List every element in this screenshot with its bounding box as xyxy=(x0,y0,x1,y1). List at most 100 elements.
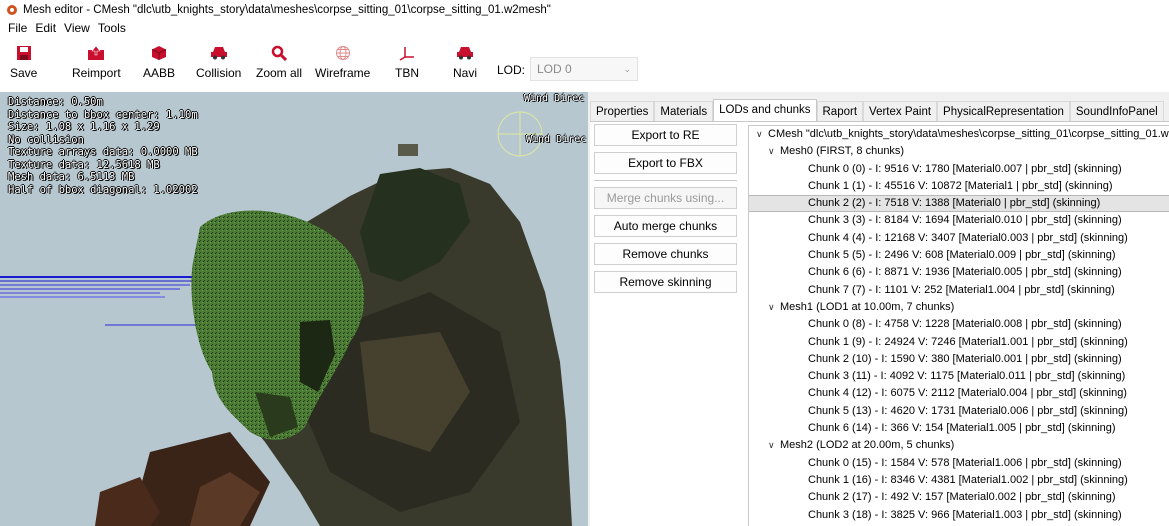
wind-direction-label-1: Wind Direc xyxy=(524,93,585,104)
export-to-re-button[interactable]: Export to RE xyxy=(594,124,737,146)
title-bar: Mesh editor - CMesh "dlc\utb_knights_sto… xyxy=(0,0,1169,20)
tree-item-label: Chunk 1 (9) - I: 24924 V: 7246 [Material… xyxy=(808,335,1128,348)
tree-item-label: Chunk 5 (5) - I: 2496 V: 608 [Material0.… xyxy=(808,249,1116,262)
viewport-3d[interactable]: Distance: 0.50m Distance to bbox center:… xyxy=(0,92,588,526)
panel-tabs: Properties Materials LODs and chunks Rap… xyxy=(590,99,1164,121)
stat-mesh-data: Mesh data: 6.5113 MB xyxy=(8,171,135,183)
tree-root-item[interactable]: ∨ CMesh "dlc\utb_knights_story\data\meshe… xyxy=(749,126,1169,143)
tree-chunk-item[interactable]: Chunk 2 (17) - I: 492 V: 157 [Material0.… xyxy=(749,489,1169,506)
tab-raport[interactable]: Raport xyxy=(816,101,864,121)
zoom-all-button[interactable]: Zoom all xyxy=(256,38,302,80)
tree-chunk-item[interactable]: Chunk 5 (13) - I: 4620 V: 1731 [Material… xyxy=(749,403,1169,420)
lods-chunks-page: Export to RE Export to FBX Merge chunks … xyxy=(590,121,1169,526)
tree-item-label: Chunk 1 (16) - I: 8346 V: 4381 [Material… xyxy=(808,473,1128,486)
merge-chunks-using-button[interactable]: Merge chunks using... xyxy=(594,187,737,209)
tbn-button[interactable]: TBN xyxy=(395,38,419,80)
tree-chunk-item[interactable]: Chunk 0 (8) - I: 4758 V: 1228 [Material0… xyxy=(749,316,1169,333)
stat-distance-bbox: Distance to bbox center: 1.10m xyxy=(8,108,198,121)
tree-mesh-item[interactable]: ∨ Mesh0 (FIRST, 8 chunks) xyxy=(749,143,1169,160)
tab-properties[interactable]: Properties xyxy=(590,101,655,121)
tab-physical-representation[interactable]: PhysicalRepresentation xyxy=(937,101,1070,121)
tree-item-label: Mesh2 (LOD2 at 20.00m, 5 chunks) xyxy=(780,439,955,452)
menu-edit[interactable]: Edit xyxy=(31,21,60,35)
tree-item-label: Chunk 5 (13) - I: 4620 V: 1731 [Material… xyxy=(808,404,1128,417)
tree-mesh-item[interactable]: ∨ Mesh2 (LOD2 at 20.00m, 5 chunks) xyxy=(749,437,1169,454)
tree-item-label: Chunk 7 (7) - I: 1101 V: 252 [Material1.… xyxy=(808,283,1115,296)
remove-chunks-button[interactable]: Remove chunks xyxy=(594,243,737,265)
save-icon xyxy=(14,44,34,62)
tree-chunk-item[interactable]: Chunk 1 (16) - I: 8346 V: 4381 [Material… xyxy=(749,472,1169,489)
chunk-actions: Export to RE Export to FBX Merge chunks … xyxy=(594,124,737,299)
lod-select[interactable]: LOD 0 ⌄ xyxy=(530,57,638,81)
save-button[interactable]: Save xyxy=(10,38,37,80)
chevron-down-icon: ⌄ xyxy=(623,63,631,74)
tree-item-label: Chunk 4 (4) - I: 12168 V: 3407 [Material… xyxy=(808,231,1128,244)
expand-chevron-icon[interactable]: ∨ xyxy=(756,126,768,143)
viewport-stats: Distance: 0.50m Distance to bbox center:… xyxy=(8,96,198,196)
tree-item-label: Mesh1 (LOD1 at 10.00m, 7 chunks) xyxy=(780,300,955,313)
tree-item-label: Chunk 0 (8) - I: 4758 V: 1228 [Material0… xyxy=(808,318,1122,331)
app-gear-icon xyxy=(6,4,18,16)
navi-button[interactable]: Navi xyxy=(453,38,477,80)
menu-view[interactable]: View xyxy=(60,21,94,35)
stat-texture-arrays: Texture arrays data: 0.0000 MB xyxy=(8,146,198,158)
menu-bar: File Edit View Tools xyxy=(0,20,1169,36)
tree-item-label: Mesh0 (FIRST, 8 chunks) xyxy=(780,145,905,158)
tree-chunk-item[interactable]: Chunk 2 (10) - I: 1590 V: 380 [Material0… xyxy=(749,351,1169,368)
wireframe-sphere-icon xyxy=(333,44,353,62)
tree-item-label: Chunk 0 (15) - I: 1584 V: 578 [Material1… xyxy=(808,456,1122,469)
tab-lods-and-chunks[interactable]: LODs and chunks xyxy=(713,99,817,121)
tree-item-label: Chunk 6 (14) - I: 366 V: 154 [Material1.… xyxy=(808,422,1116,435)
menu-file[interactable]: File xyxy=(4,21,31,35)
tree-chunk-item[interactable]: Chunk 6 (6) - I: 8871 V: 1936 [Material0… xyxy=(749,264,1169,281)
tree-chunk-item[interactable]: Chunk 1 (1) - I: 45516 V: 10872 [Materia… xyxy=(749,178,1169,195)
navi-car-icon xyxy=(455,44,475,62)
tree-item-label: Chunk 6 (6) - I: 8871 V: 1936 [Material0… xyxy=(808,266,1122,279)
tree-chunk-item[interactable]: Chunk 1 (9) - I: 24924 V: 7246 [Material… xyxy=(749,334,1169,351)
toolbar: Save Reimport AABB Collision Zoom all Wi… xyxy=(0,36,1169,92)
menu-tools[interactable]: Tools xyxy=(94,21,130,35)
tree-chunk-item[interactable]: Chunk 3 (3) - I: 8184 V: 1694 [Material0… xyxy=(749,212,1169,229)
magnifier-icon xyxy=(269,44,289,62)
aabb-button[interactable]: AABB xyxy=(143,38,175,80)
collision-button[interactable]: Collision xyxy=(196,38,241,80)
tree-chunk-item[interactable]: Chunk 4 (12) - I: 6075 V: 2112 [Material… xyxy=(749,385,1169,402)
tree-chunk-item[interactable]: Chunk 3 (18) - I: 3825 V: 966 [Material1… xyxy=(749,507,1169,524)
tree-chunk-item[interactable]: Chunk 5 (5) - I: 2496 V: 608 [Material0.… xyxy=(749,247,1169,264)
tree-item-label: Chunk 4 (12) - I: 6075 V: 2112 [Material… xyxy=(808,387,1127,400)
wireframe-button[interactable]: Wireframe xyxy=(315,38,370,80)
tree-item-label: Chunk 3 (18) - I: 3825 V: 966 [Material1… xyxy=(808,508,1122,521)
lod-select-value: LOD 0 xyxy=(537,62,572,76)
expand-chevron-icon[interactable]: ∨ xyxy=(768,437,780,454)
lod-chunk-tree[interactable]: ∨ CMesh "dlc\utb_knights_story\data\meshe… xyxy=(748,125,1169,526)
stat-texture-data: Texture data: 12.5618 MB xyxy=(8,158,160,171)
stat-bbox-diagonal: Half of bbox diagonal: 1.02002 xyxy=(8,183,198,196)
tree-item-label: CMesh "dlc\utb_knights_story\data\meshes… xyxy=(768,128,1169,140)
tree-item-label: Chunk 2 (10) - I: 1590 V: 380 [Material0… xyxy=(808,352,1122,365)
window-title: Mesh editor - CMesh "dlc\utb_knights_sto… xyxy=(23,4,551,16)
tree-chunk-item[interactable]: Chunk 0 (15) - I: 1584 V: 578 [Material1… xyxy=(749,455,1169,472)
tab-sound-info-panel[interactable]: SoundInfoPanel xyxy=(1069,101,1164,121)
tree-chunk-item[interactable]: Chunk 3 (11) - I: 4092 V: 1175 [Material… xyxy=(749,368,1169,385)
tab-materials[interactable]: Materials xyxy=(654,101,714,121)
tree-chunk-item[interactable]: Chunk 0 (0) - I: 9516 V: 1780 [Material0… xyxy=(749,161,1169,178)
auto-merge-chunks-button[interactable]: Auto merge chunks xyxy=(594,215,737,237)
expand-chevron-icon[interactable]: ∨ xyxy=(768,299,780,316)
reimport-button[interactable]: Reimport xyxy=(72,38,121,80)
stat-distance: Distance: 0.50m xyxy=(8,96,103,108)
tree-item-label: Chunk 3 (11) - I: 4092 V: 1175 [Material… xyxy=(808,370,1126,383)
export-to-fbx-button[interactable]: Export to FBX xyxy=(594,152,737,174)
tree-chunk-item[interactable]: Chunk 4 (4) - I: 12168 V: 3407 [Material… xyxy=(749,230,1169,247)
lod-label: LOD: xyxy=(497,63,526,77)
remove-skinning-button[interactable]: Remove skinning xyxy=(594,271,737,293)
wind-direction-label-2: Wind Direc xyxy=(526,134,587,145)
tree-chunk-item[interactable]: Chunk 2 (2) - I: 7518 V: 1388 [Material0… xyxy=(749,195,1169,213)
tree-mesh-item[interactable]: ∨ Mesh1 (LOD1 at 10.00m, 7 chunks) xyxy=(749,299,1169,316)
tree-chunk-item[interactable]: Chunk 6 (14) - I: 366 V: 154 [Material1.… xyxy=(749,420,1169,437)
properties-panel: Properties Materials LODs and chunks Rap… xyxy=(588,92,1169,526)
tree-chunk-item[interactable]: Chunk 7 (7) - I: 1101 V: 252 [Material1.… xyxy=(749,282,1169,299)
tbn-axes-icon xyxy=(397,44,417,62)
tab-vertex-paint[interactable]: Vertex Paint xyxy=(863,101,938,121)
expand-chevron-icon[interactable]: ∨ xyxy=(768,143,780,160)
reimport-icon xyxy=(86,44,106,62)
